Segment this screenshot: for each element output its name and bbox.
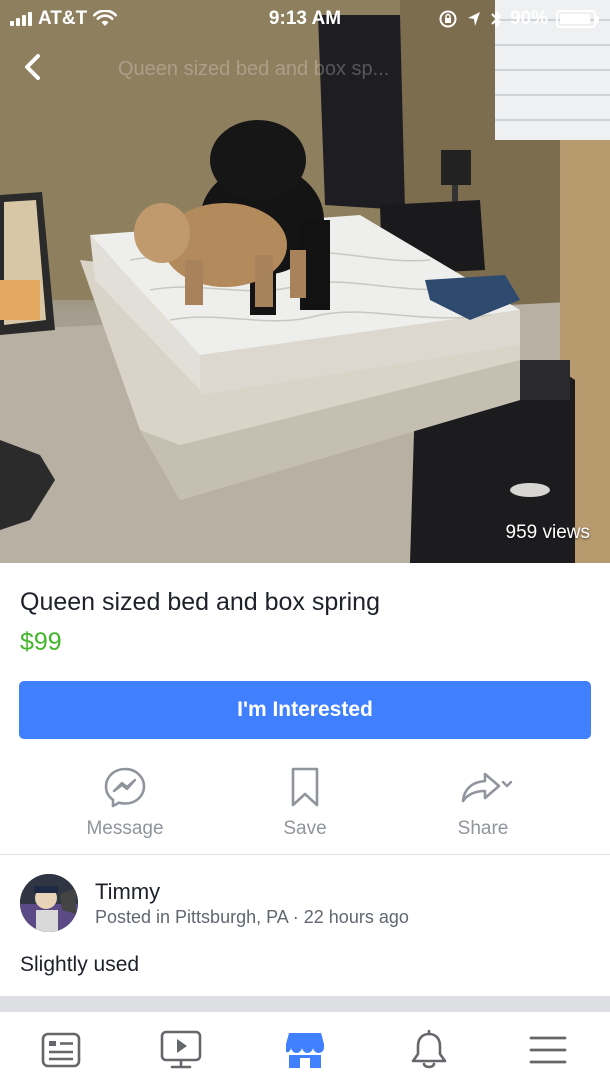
tab-notifications[interactable] bbox=[405, 1026, 453, 1074]
location-icon bbox=[467, 12, 480, 26]
battery-icon bbox=[556, 10, 599, 28]
share-button[interactable]: Share bbox=[403, 760, 563, 840]
seller-name[interactable]: Timmy bbox=[95, 879, 160, 905]
avatar[interactable] bbox=[20, 874, 78, 932]
menu-icon bbox=[529, 1036, 567, 1064]
tab-watch[interactable] bbox=[157, 1026, 205, 1074]
section-separator bbox=[0, 996, 610, 1011]
interested-button[interactable]: I'm Interested bbox=[19, 681, 591, 739]
news-feed-icon bbox=[41, 1032, 81, 1068]
share-arrow-icon bbox=[461, 772, 513, 803]
seller-meta: Posted in Pittsburgh, PA · 22 hours ago bbox=[95, 907, 409, 927]
notifications-icon bbox=[411, 1029, 447, 1069]
save-button[interactable]: Save bbox=[225, 760, 385, 840]
divider bbox=[0, 854, 610, 855]
listing-price: $99 bbox=[20, 628, 62, 656]
marketplace-icon bbox=[286, 1033, 324, 1068]
listing-photo[interactable] bbox=[0, 0, 610, 563]
bedroom-photo-illustration bbox=[0, 0, 610, 563]
tab-news-feed[interactable] bbox=[37, 1026, 85, 1074]
view-count: 959 views bbox=[505, 522, 591, 543]
battery-percent: 90% bbox=[509, 8, 548, 29]
listing-description: Slightly used bbox=[20, 953, 140, 976]
header-title-faded: Queen sized bed and box sp... bbox=[118, 58, 390, 80]
message-button[interactable]: Message bbox=[45, 760, 205, 840]
bluetooth-icon bbox=[491, 11, 501, 27]
save-label: Save bbox=[283, 818, 327, 839]
share-label: Share bbox=[457, 818, 509, 839]
messenger-icon bbox=[104, 767, 146, 808]
status-bar: AT&T 9:13 AM 90% bbox=[0, 0, 610, 38]
watch-icon bbox=[160, 1030, 202, 1069]
chevron-left-icon bbox=[25, 54, 40, 80]
tab-marketplace[interactable] bbox=[281, 1026, 329, 1074]
listing-title: Queen sized bed and box spring bbox=[20, 588, 380, 616]
seller-section[interactable]: Timmy Posted in Pittsburgh, PA · 22 hour… bbox=[20, 873, 590, 935]
tab-bar bbox=[0, 1011, 610, 1085]
back-button[interactable] bbox=[16, 50, 50, 84]
rotation-lock-icon bbox=[439, 10, 457, 28]
bookmark-icon bbox=[291, 767, 319, 807]
action-row: Message Save Share bbox=[0, 760, 610, 840]
message-label: Message bbox=[86, 818, 164, 839]
tab-menu[interactable] bbox=[524, 1026, 572, 1074]
avatar-image bbox=[20, 874, 78, 932]
status-right-group: 90% bbox=[438, 8, 599, 30]
